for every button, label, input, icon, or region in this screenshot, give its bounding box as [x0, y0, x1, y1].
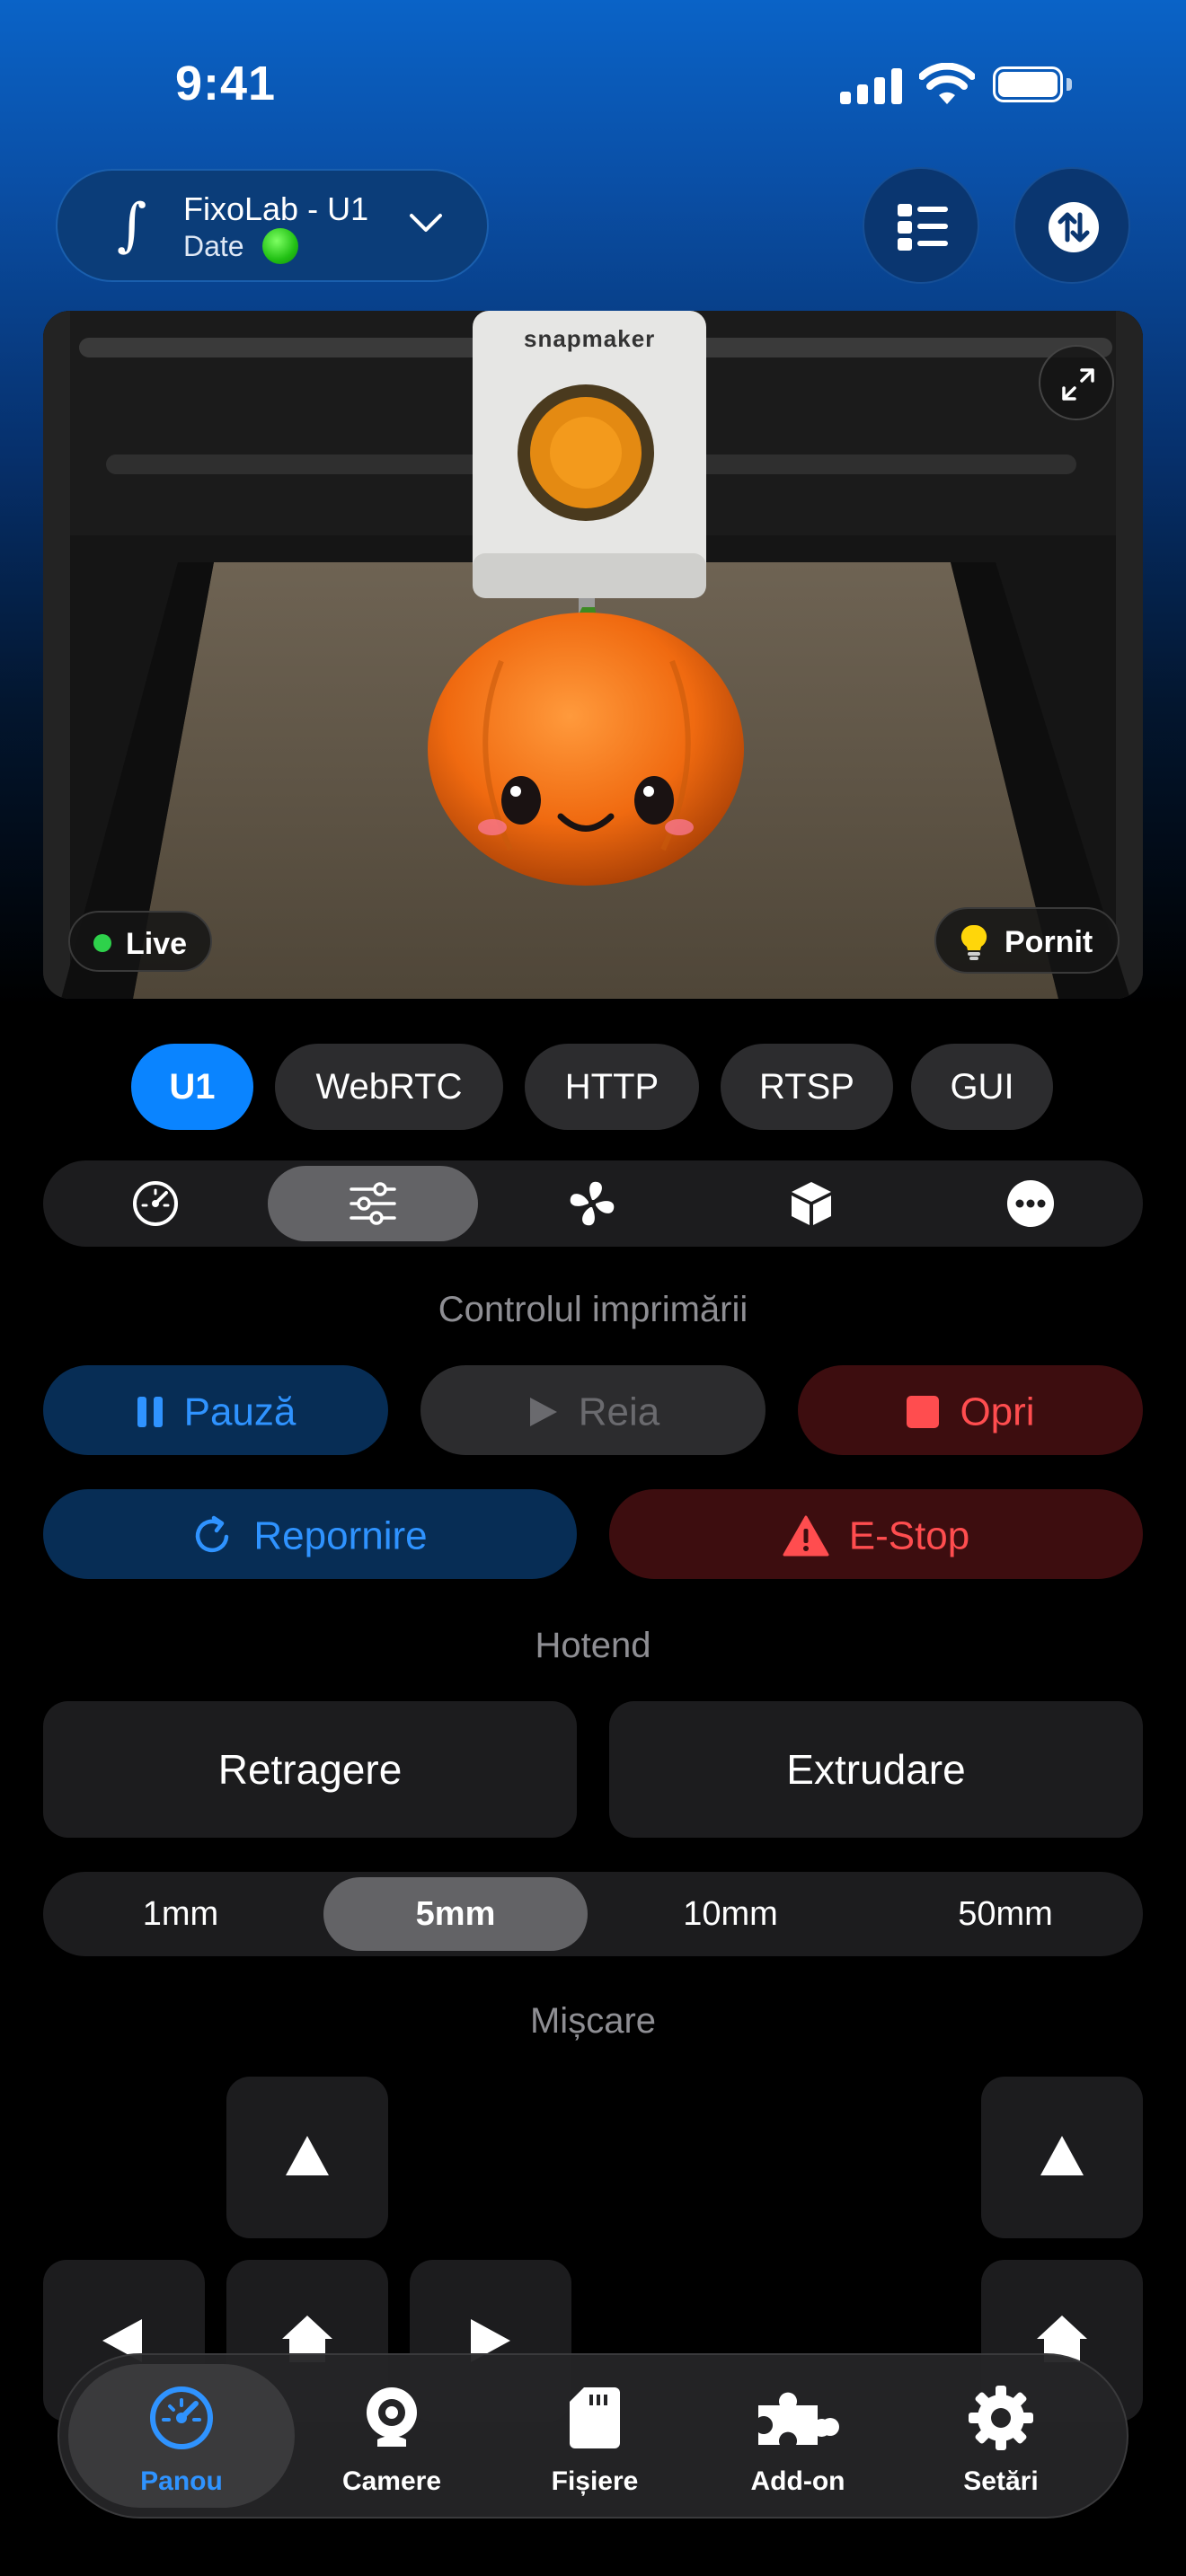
step-10mm[interactable]: 10mm: [598, 1877, 863, 1951]
print-control-title: Controlul imprimării: [438, 1290, 748, 1329]
sd-card-icon: [570, 2387, 620, 2448]
printer-name: FixoLab - U1: [183, 190, 369, 227]
list-button[interactable]: [863, 167, 979, 284]
tab-files[interactable]: Fișiere: [482, 2364, 708, 2508]
arrow-up-icon: [286, 2136, 329, 2175]
segment-more[interactable]: [925, 1166, 1136, 1241]
stop-icon: [907, 1396, 940, 1429]
tab-settings-label: Setări: [963, 2466, 1039, 2496]
segment-fan[interactable]: [487, 1166, 697, 1241]
estop-label: E-Stop: [848, 1513, 970, 1558]
segment-filament[interactable]: [706, 1166, 916, 1241]
pause-label: Pauză: [183, 1389, 296, 1434]
camera-view[interactable]: snapmaker Live Pornit: [43, 311, 1143, 999]
stream-tab-gui[interactable]: GUI: [911, 1044, 1053, 1130]
battery-icon: [993, 66, 1074, 104]
tab-files-label: Fișiere: [551, 2466, 639, 2496]
step-50mm[interactable]: 50mm: [873, 1877, 1137, 1951]
segment-controls[interactable]: [268, 1166, 478, 1241]
sliders-icon: [350, 1182, 396, 1225]
tab-cameras-label: Camere: [341, 2466, 442, 2496]
warning-icon: [783, 1515, 829, 1557]
gauge-icon: [133, 1181, 178, 1226]
gear-icon: [969, 2386, 1033, 2450]
restart-icon: [196, 1516, 229, 1553]
light-status-label: Pornit: [1005, 925, 1093, 959]
resume-button[interactable]: Reia: [420, 1365, 766, 1455]
resume-label: Reia: [578, 1389, 660, 1434]
estop-button[interactable]: E-Stop: [609, 1489, 1143, 1579]
wifi-icon: [919, 63, 975, 104]
chevron-down-icon: [410, 214, 442, 232]
status-time: 9:41: [175, 57, 277, 110]
tab-dashboard-label: Panou: [140, 2466, 223, 2496]
stream-tab-rtsp[interactable]: RTSP: [721, 1044, 893, 1130]
stop-button[interactable]: Opri: [798, 1365, 1143, 1455]
step-1mm[interactable]: 1mm: [49, 1877, 313, 1951]
tab-dashboard[interactable]: Panou: [68, 2364, 295, 2508]
arrow-up-icon: [1040, 2136, 1084, 2175]
jog-z-up-button[interactable]: [981, 2077, 1143, 2238]
printer-brand-label: snapmaker: [524, 325, 656, 352]
movement-title: Mișcare: [529, 2001, 657, 2041]
tab-cameras[interactable]: Camere: [279, 2364, 505, 2508]
extrude-step-selector: 1mm 5mm 10mm 50mm: [43, 1872, 1143, 1956]
stream-tab-webrtc[interactable]: WebRTC: [275, 1044, 503, 1130]
stream-tab-u1[interactable]: U1: [131, 1044, 253, 1130]
dashboard-icon: [150, 2386, 213, 2449]
sync-arrows-icon: [1049, 202, 1099, 252]
printer-subtitle: Date: [183, 230, 244, 262]
live-indicator-dot: [93, 934, 111, 952]
light-toggle[interactable]: Pornit: [934, 907, 1120, 974]
panel-segment-bar: [43, 1160, 1143, 1247]
expand-icon: [1062, 368, 1094, 401]
printer-selector[interactable]: ∫ FixoLab - U1 Date: [56, 169, 489, 282]
stream-tab-http[interactable]: HTTP: [525, 1044, 699, 1130]
box-icon: [792, 1182, 831, 1225]
list-icon: [898, 204, 948, 251]
tab-settings[interactable]: Setări: [888, 2364, 1114, 2508]
webcam-icon: [367, 2387, 417, 2447]
hotend-title: Hotend: [535, 1626, 651, 1665]
play-icon: [529, 1398, 557, 1427]
restart-label: Repornire: [253, 1513, 428, 1558]
extrude-button[interactable]: Extrudare: [609, 1701, 1143, 1838]
live-badge: Live: [68, 911, 212, 972]
puzzle-icon: [758, 2392, 839, 2445]
printer-logo-icon: ∫: [117, 192, 147, 259]
retract-button[interactable]: Retragere: [43, 1701, 577, 1838]
tab-addons-label: Add-on: [750, 2466, 845, 2496]
step-5mm[interactable]: 5mm: [323, 1877, 588, 1951]
jog-y-plus-button[interactable]: [226, 2077, 388, 2238]
fullscreen-button[interactable]: [1039, 345, 1114, 420]
stop-label: Opri: [960, 1389, 1035, 1434]
segment-gauge[interactable]: [50, 1166, 261, 1241]
restart-button[interactable]: Repornire: [43, 1489, 577, 1579]
pause-icon: [137, 1397, 163, 1428]
sync-button[interactable]: [1013, 167, 1130, 284]
pause-button[interactable]: Pauză: [43, 1365, 388, 1455]
bottom-tab-bar: Panou Camere Fișiere Add-on Setări: [58, 2353, 1128, 2519]
connection-status-dot: [262, 228, 298, 264]
lightbulb-icon: [960, 924, 987, 960]
live-label: Live: [126, 927, 188, 961]
cellular-signal-icon: [840, 68, 903, 104]
more-icon: [1007, 1180, 1054, 1227]
camera-feed-image: [43, 311, 1143, 999]
fan-icon: [570, 1181, 615, 1226]
tab-addons[interactable]: Add-on: [685, 2364, 911, 2508]
